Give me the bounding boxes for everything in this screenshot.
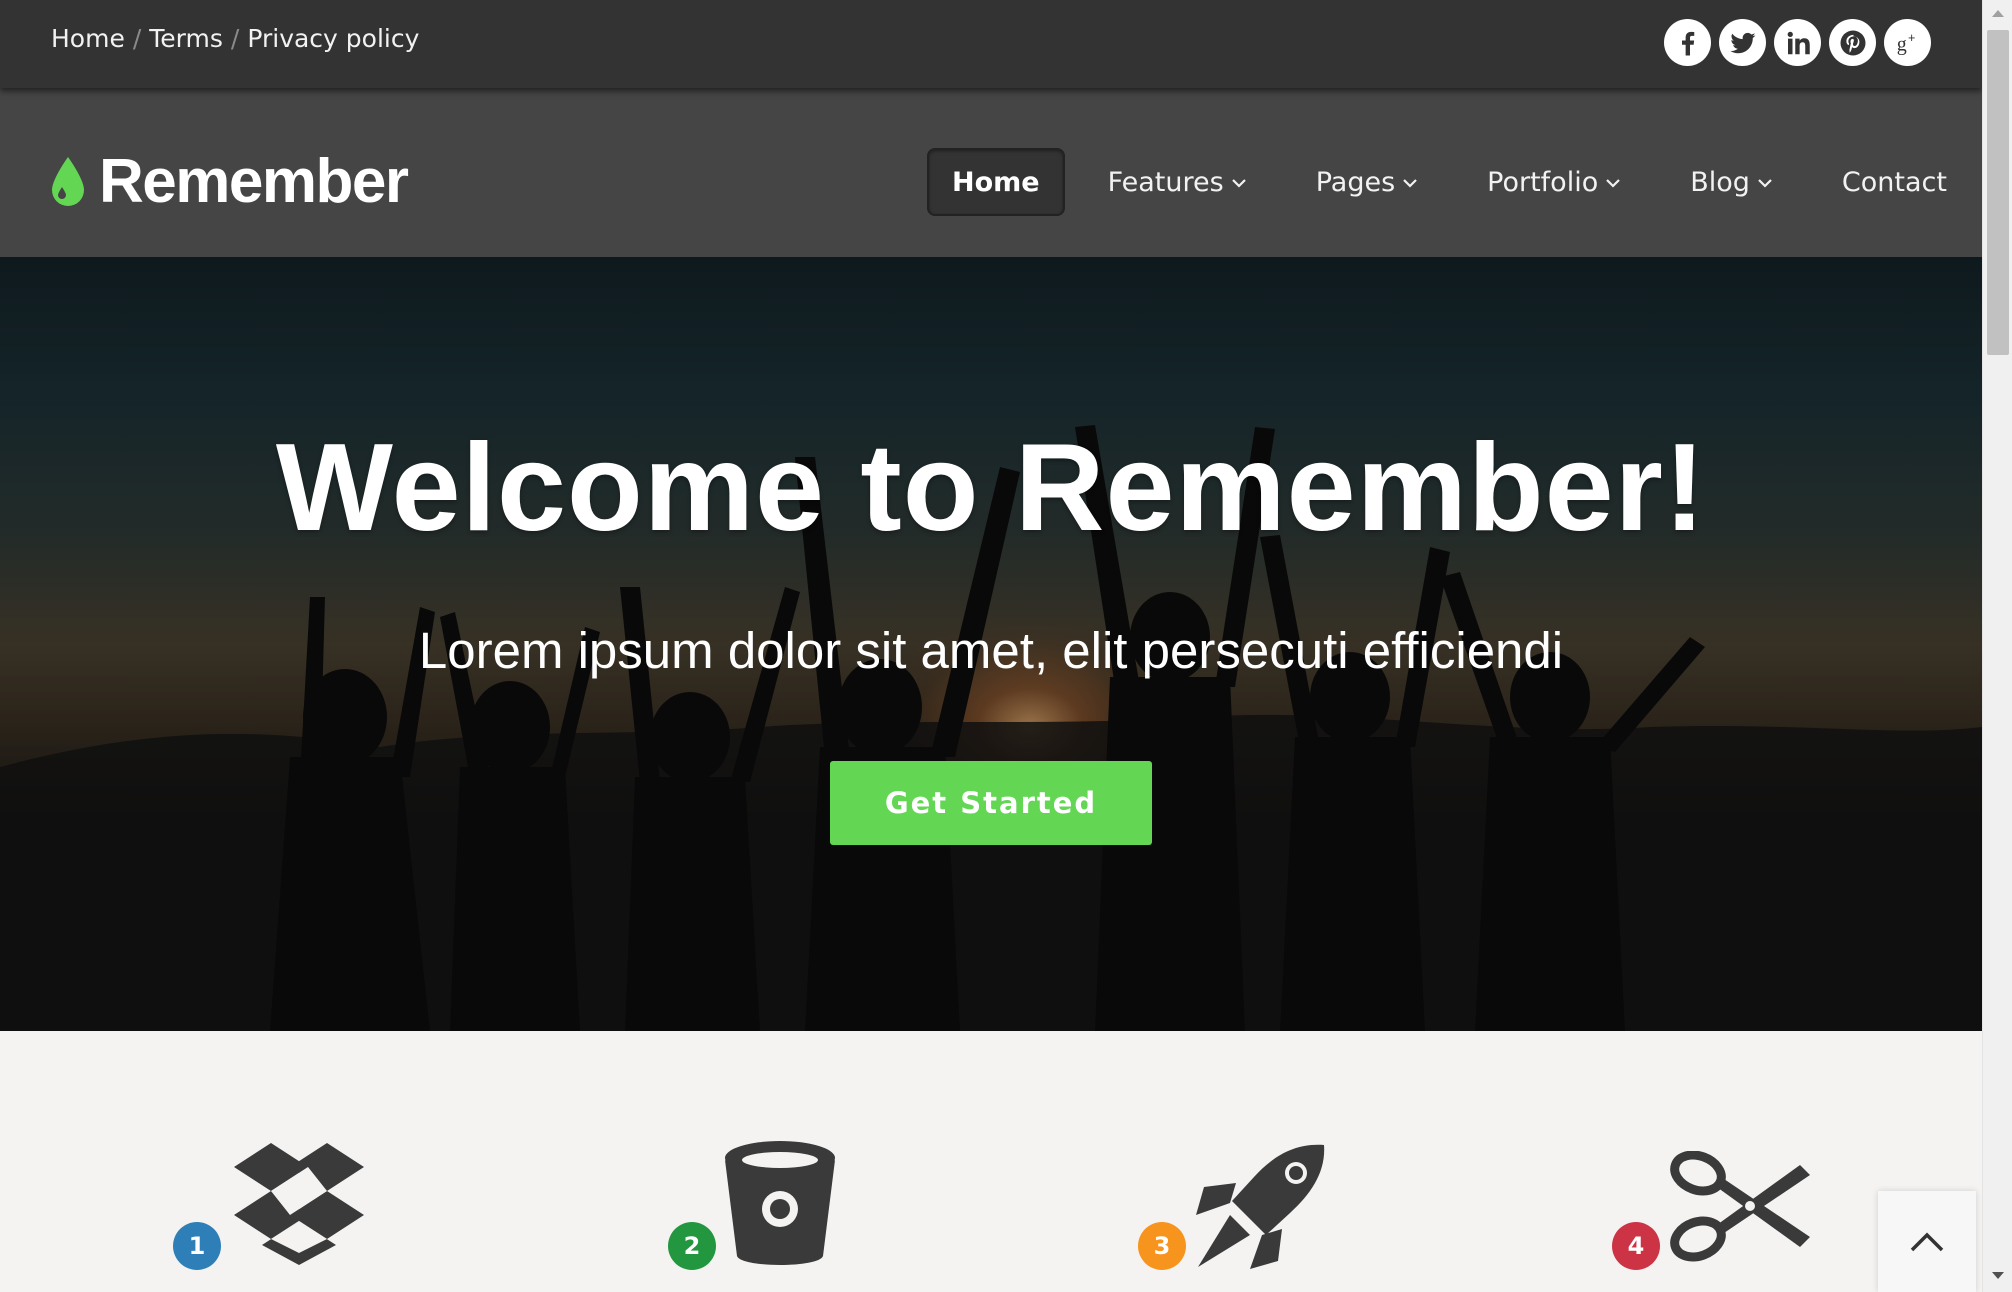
hero-subtitle: Lorem ipsum dolor sit amet, elit persecu… (418, 622, 1564, 679)
nav-blog[interactable]: Blog (1667, 148, 1796, 216)
nav-pages[interactable]: Pages (1293, 148, 1441, 216)
breadcrumb-terms-link[interactable]: Terms (149, 24, 223, 53)
logo-text: Remember (99, 147, 409, 216)
breadcrumb: Home / Terms / Privacy policy (51, 24, 419, 53)
chevron-down-icon (1606, 179, 1620, 188)
main-nav: Home Features Pages Portfolio Blog Conta… (927, 148, 1970, 216)
facebook-icon[interactable] (1664, 19, 1711, 66)
svg-text:+: + (1908, 30, 1915, 44)
rocket-icon (1196, 1143, 1328, 1269)
get-started-button[interactable]: Get Started (830, 761, 1152, 845)
feature-badge-3: 3 (1138, 1222, 1186, 1270)
social-links: g + (1664, 19, 1931, 66)
page: Home / Terms / Privacy policy g + Rememb… (0, 0, 1982, 1292)
chevron-up-icon (1910, 1232, 1944, 1251)
chevron-down-icon (1231, 179, 1246, 188)
water-drop-icon (52, 156, 84, 206)
breadcrumb-privacy-link[interactable]: Privacy policy (247, 24, 419, 53)
top-bar: Home / Terms / Privacy policy g + (0, 0, 1982, 88)
breadcrumb-separator: / (230, 24, 240, 53)
vertical-scrollbar[interactable] (1982, 0, 2012, 1292)
feature-badge-2: 2 (668, 1222, 716, 1270)
scroll-down-arrow[interactable] (1992, 1272, 2004, 1279)
scroll-to-top-button[interactable] (1878, 1191, 1976, 1292)
nav-contact[interactable]: Contact (1819, 148, 1970, 216)
dropbox-icon (232, 1141, 366, 1265)
nav-contact-label: Contact (1841, 166, 1947, 198)
nav-features-label: Features (1107, 166, 1224, 198)
twitter-icon[interactable] (1719, 19, 1766, 66)
google-plus-icon[interactable]: g + (1884, 19, 1931, 66)
nav-portfolio-label: Portfolio (1487, 166, 1599, 198)
hero-section: Welcome to Remember! Lorem ipsum dolor s… (0, 257, 1982, 1031)
scissors-icon (1668, 1151, 1812, 1263)
pinterest-icon[interactable] (1829, 19, 1876, 66)
bitbucket-icon (723, 1140, 837, 1270)
feature-badge-1: 1 (173, 1222, 221, 1270)
nav-home-label: Home (952, 166, 1040, 198)
breadcrumb-separator: / (132, 24, 142, 53)
linkedin-icon[interactable] (1774, 19, 1821, 66)
nav-pages-label: Pages (1315, 166, 1396, 198)
site-header: Remember Home Features Pages Portfolio B… (0, 88, 1982, 257)
scroll-thumb[interactable] (1987, 30, 2009, 355)
nav-home[interactable]: Home (927, 148, 1065, 216)
nav-portfolio[interactable]: Portfolio (1464, 148, 1644, 216)
logo[interactable]: Remember (49, 146, 409, 217)
feature-badge-4: 4 (1612, 1222, 1660, 1270)
nav-features[interactable]: Features (1085, 148, 1270, 216)
nav-blog-label: Blog (1690, 166, 1750, 198)
chevron-down-icon (1403, 179, 1417, 188)
scroll-up-arrow[interactable] (1992, 10, 2004, 17)
svg-text:g: g (1896, 33, 1906, 55)
breadcrumb-home-link[interactable]: Home (51, 24, 125, 53)
features-section: 1 2 3 4 (0, 1031, 1982, 1292)
hero-title: Welcome to Remember! (275, 419, 1707, 557)
chevron-down-icon (1758, 179, 1772, 188)
